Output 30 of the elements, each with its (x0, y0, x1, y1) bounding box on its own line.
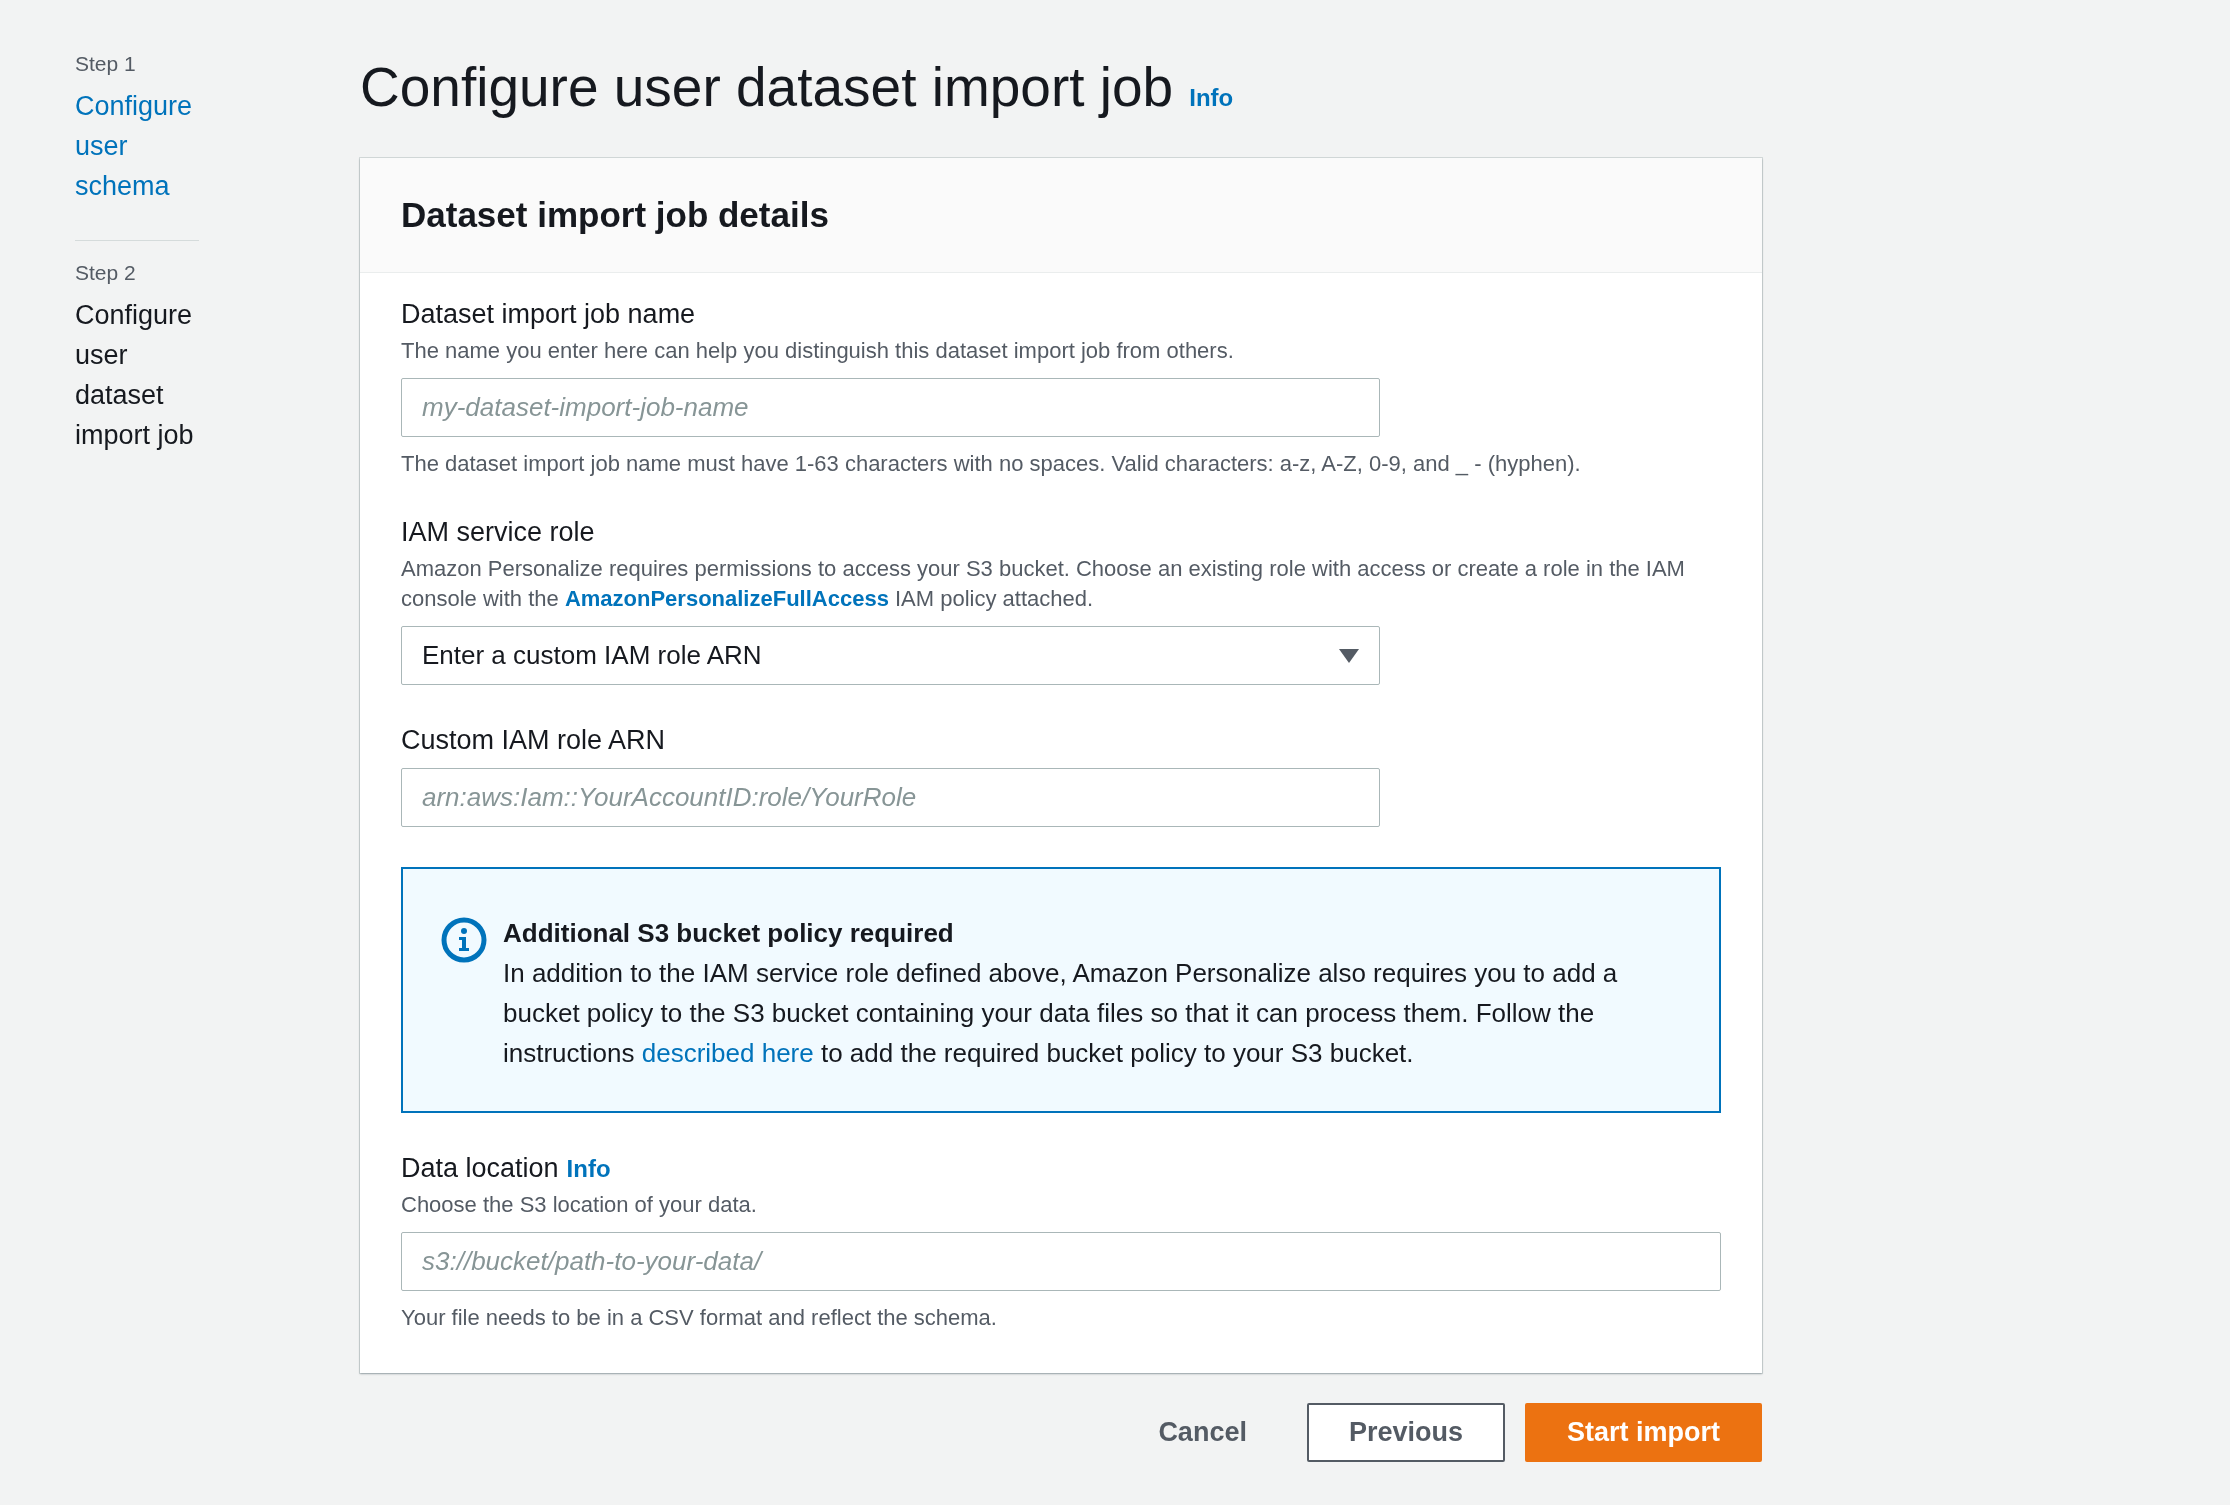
field-description: The name you enter here can help you distinguish this dataset import job from others. (401, 337, 1235, 365)
field-label: Data location (401, 1153, 559, 1184)
policy-link[interactable]: AmazonPersonalizeFullAccess (564, 586, 889, 611)
field-label: IAM service role (401, 517, 595, 548)
page-title: Configure user dataset import job (360, 55, 1174, 120)
field-hint: Your file needs to be in a CSV format and reflect the schema. (401, 1305, 998, 1331)
field-description: Amazon Personalize requires permissions to access your S3 bucket. Choose an existing role with access or create a role in the IAM console with the AmazonPersonalizeFullAccess IAM policy attached. (401, 555, 1686, 613)
field-description: Choose the S3 location of your data. (401, 1191, 758, 1219)
step-link[interactable]: Configure user schema (75, 86, 197, 206)
caret-icon (1339, 648, 1359, 663)
start-import-button[interactable]: Start import (1525, 1403, 1762, 1462)
instructions-link[interactable]: described here (641, 1038, 814, 1068)
alert-title: Additional S3 bucket policy required (503, 917, 955, 950)
previous-button[interactable]: Previous (1306, 1403, 1505, 1462)
info-icon (441, 917, 487, 963)
step-number: Step 1 (75, 52, 137, 76)
select-dropdown[interactable]: Enter a custom IAM role ARN (401, 626, 1380, 685)
info-link[interactable]: Info (1189, 84, 1234, 112)
step-number: Step 2 (75, 261, 137, 285)
field-label: Dataset import job name (401, 299, 696, 330)
input-field[interactable]: arn:aws:Iam::YourAccountID:role/YourRole (401, 768, 1380, 827)
current-step-label: Configure user dataset import job (75, 299, 195, 452)
card-title: Dataset import job details (401, 195, 829, 235)
cancel-button[interactable]: Cancel (1118, 1403, 1287, 1462)
field-hint: The dataset import job name must have 1-63 characters with no spaces. Valid characters: a-z, A-Z, 0-9, and _ - (hyphen). (401, 451, 1582, 477)
alert-message: In addition to the IAM service role defined above, Amazon Personalize also requires you to add a bucket policy to the S3 bucket containing your data files so that it can process them. Follow the instructions described here to add the required bucket policy to your S3 bucket. (503, 957, 1619, 1070)
info-link[interactable]: Info (566, 1155, 611, 1183)
input-field[interactable]: s3://bucket/path-to-your-data/ (401, 1232, 1721, 1291)
input-field[interactable]: my-dataset-import-job-name (401, 378, 1380, 437)
field-label: Custom IAM role ARN (401, 725, 666, 756)
